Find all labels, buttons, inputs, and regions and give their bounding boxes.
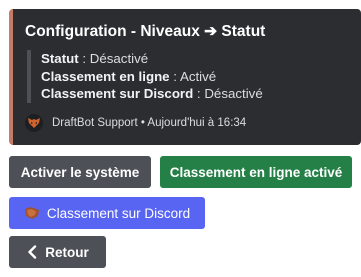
activate-system-label: Activer le système [20,164,140,180]
podium-emoji-icon [24,206,40,220]
embed-footer: DraftBot Support • Aujourd'hui à 16:34 [25,113,349,132]
chevron-left-icon [26,245,38,259]
discord-ranking-separator: : [193,86,205,101]
discord-ranking-key: Classement sur Discord [41,86,194,101]
online-ranking-label: Classement en ligne activé [169,164,343,180]
online-ranking-separator: : [169,68,180,84]
online-ranking-row: Classement en ligne : Activé [41,68,349,86]
footer-text: DraftBot Support • Aujourd'hui à 16:34 [52,116,247,129]
activate-system-button[interactable]: Activer le système [9,156,151,188]
message: Configuration - Niveaux ➔ Statut Statut … [0,0,361,277]
discord-ranking-value: Désactivé [204,86,263,101]
status-separator: : [78,51,90,66]
status-value: Désactivé [89,51,149,66]
back-label: Retour [45,244,89,260]
embed-title: Configuration - Niveaux ➔ Statut [25,23,266,40]
discord-ranking-label: Classement sur Discord [46,205,191,221]
embed-description: Statut : Désactivé Classement en ligne :… [27,50,349,103]
status-row: Statut : Désactivé [41,50,349,68]
online-ranking-value: Activé [179,68,217,84]
back-button[interactable]: Retour [9,236,106,268]
draftbot-logo-icon [25,113,43,132]
discord-ranking-button[interactable]: Classement sur Discord [9,197,205,229]
online-ranking-button[interactable]: Classement en ligne activé [160,156,352,188]
discord-ranking-row: Classement sur Discord : Désactivé [41,85,349,103]
embed-card: Configuration - Niveaux ➔ Statut Statut … [9,9,361,145]
status-key: Statut [41,51,79,66]
online-ranking-key: Classement en ligne [41,68,170,84]
